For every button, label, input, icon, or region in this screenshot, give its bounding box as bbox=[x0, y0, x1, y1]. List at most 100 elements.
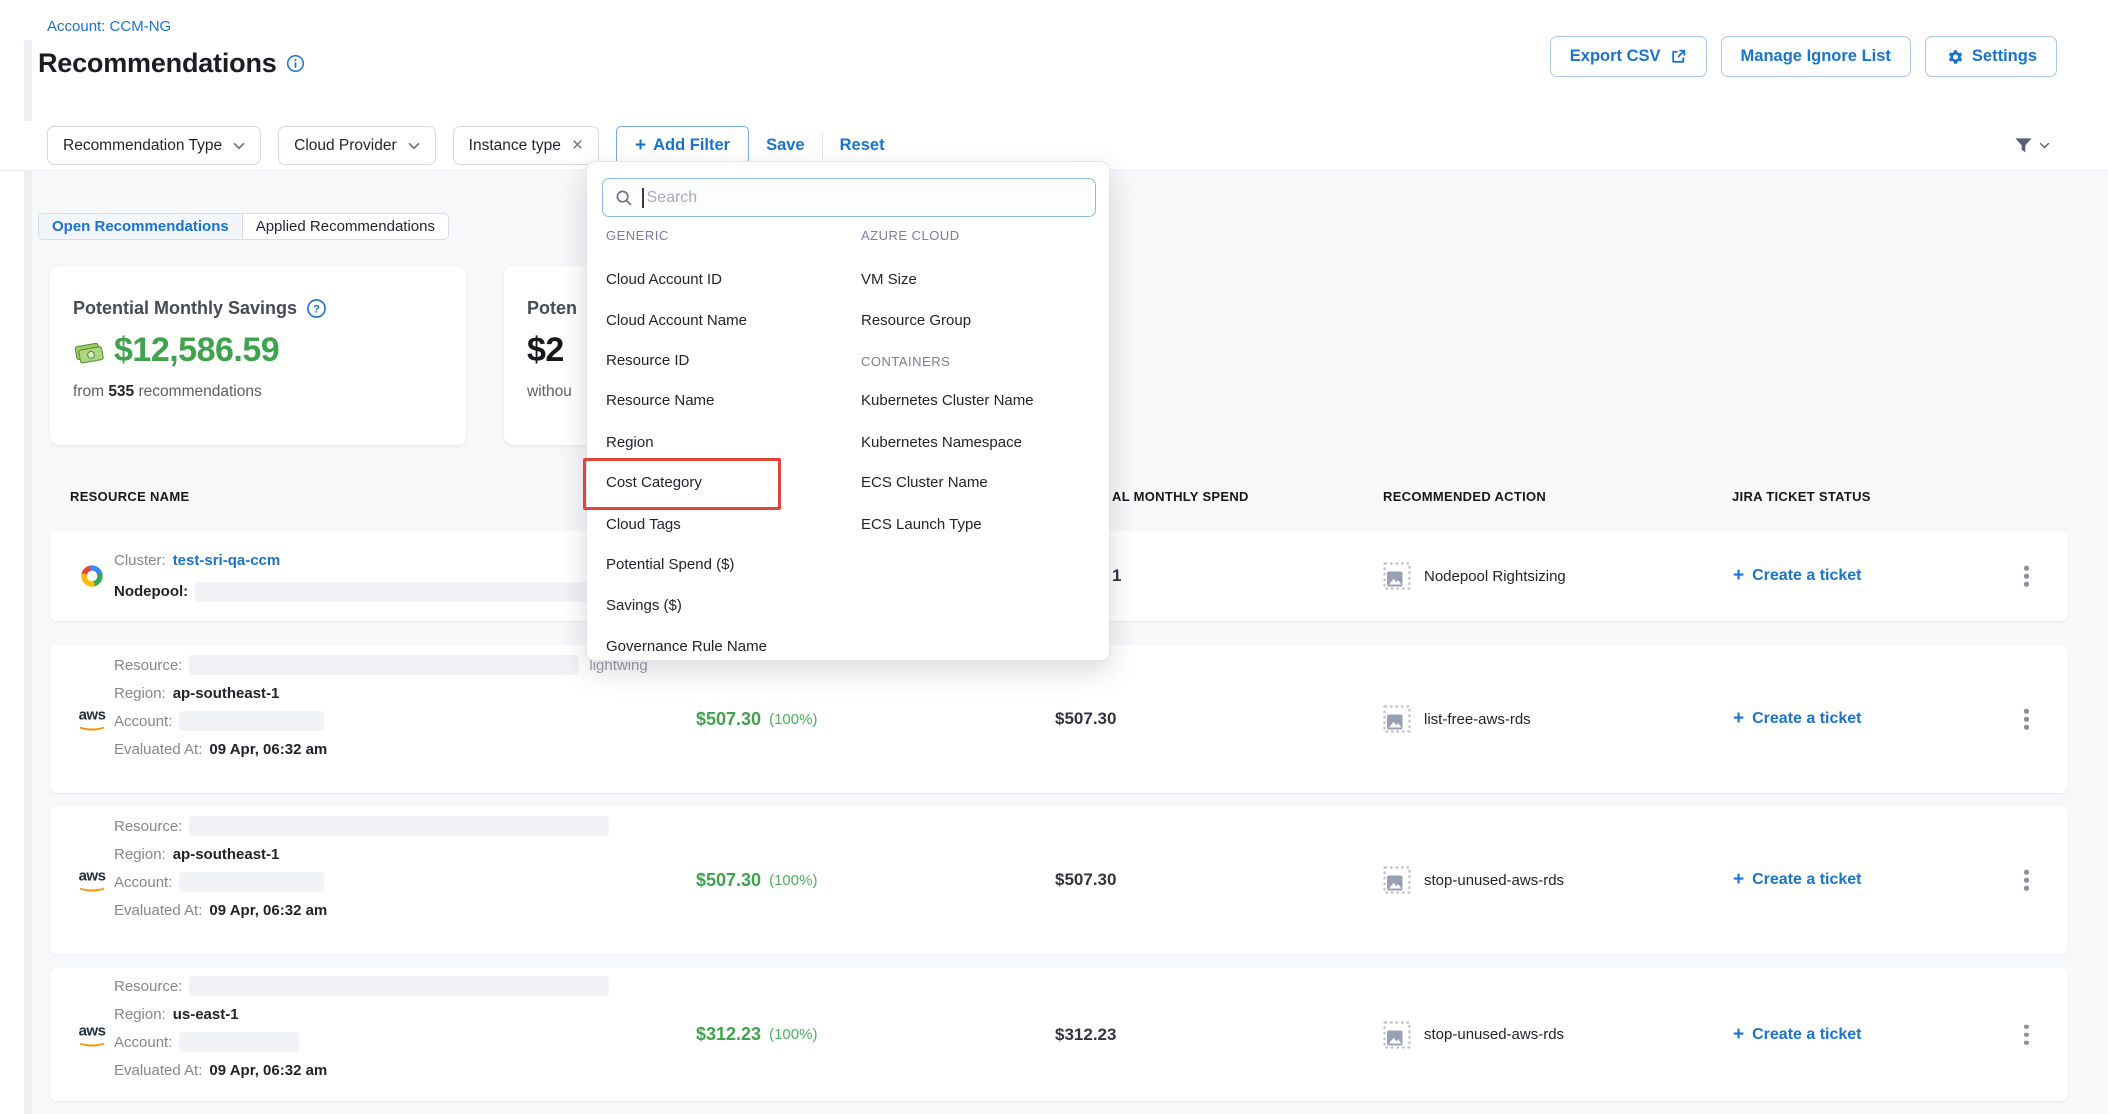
dropdown-item-resource-group[interactable]: Resource Group bbox=[861, 310, 971, 330]
spend-amount-partial: $2 bbox=[527, 331, 564, 370]
create-ticket-button[interactable]: + Create a ticket bbox=[1733, 645, 1862, 793]
export-csv-button[interactable]: Export CSV bbox=[1550, 36, 1707, 77]
breadcrumb-account-link[interactable]: Account: CCM-NG bbox=[47, 18, 171, 35]
table-row[interactable]: aws Resource: lightwing Region: ap-south… bbox=[50, 645, 2068, 793]
header-actions: Export CSV Manage Ignore List Settings bbox=[1550, 36, 2057, 77]
region-label: Region: bbox=[114, 685, 166, 702]
savings-caption-suffix: recommendations bbox=[139, 383, 262, 400]
settings-button[interactable]: Settings bbox=[1925, 36, 2057, 77]
plus-icon: + bbox=[635, 135, 646, 157]
column-header-jira-ticket-status: JIRA TICKET STATUS bbox=[1732, 489, 1871, 504]
redacted-value bbox=[189, 976, 609, 996]
kebab-menu-icon[interactable] bbox=[2018, 1018, 2035, 1051]
kebab-menu-icon[interactable] bbox=[2018, 703, 2035, 736]
cost-category-highlight-box bbox=[583, 458, 781, 510]
add-filter-label: Add Filter bbox=[653, 136, 730, 155]
evaluated-at-value: 09 Apr, 06:32 am bbox=[209, 741, 327, 758]
filter-chip-instance-type[interactable]: Instance type × bbox=[453, 126, 599, 165]
create-ticket-label: Create a ticket bbox=[1752, 710, 1861, 728]
dropdown-item-ecs-cluster-name[interactable]: ECS Cluster Name bbox=[861, 472, 988, 492]
reset-filter-button[interactable]: Reset bbox=[840, 136, 885, 155]
dropdown-item-potential-spend[interactable]: Potential Spend ($) bbox=[606, 554, 734, 574]
add-filter-button[interactable]: + Add Filter bbox=[616, 126, 749, 165]
create-ticket-button[interactable]: + Create a ticket bbox=[1733, 531, 1862, 621]
savings-amount: $312.23 bbox=[696, 1024, 761, 1045]
dropdown-item-cloud-account-name[interactable]: Cloud Account Name bbox=[606, 310, 747, 330]
text-cursor bbox=[642, 188, 644, 208]
cluster-link[interactable]: test-sri-qa-ccm bbox=[173, 552, 281, 569]
save-filter-button[interactable]: Save bbox=[766, 136, 805, 155]
recommended-action-label: Nodepool Rightsizing bbox=[1424, 568, 1566, 585]
search-icon bbox=[615, 189, 633, 207]
filter-chip-recommendation-type[interactable]: Recommendation Type bbox=[47, 126, 261, 165]
tab-open-recommendations[interactable]: Open Recommendations bbox=[39, 214, 242, 239]
dropdown-item-kubernetes-namespace[interactable]: Kubernetes Namespace bbox=[861, 432, 1022, 452]
account-label: Account: bbox=[114, 713, 172, 730]
money-icon bbox=[73, 338, 105, 364]
table-row[interactable]: aws Resource: Region: ap-southeast-1 Acc… bbox=[50, 806, 2068, 954]
savings-card-title: Potential Monthly Savings bbox=[73, 298, 297, 319]
recommended-action-label: list-free-aws-rds bbox=[1424, 711, 1531, 728]
monthly-spend-value: $507.30 bbox=[1055, 645, 1116, 793]
manage-ignore-list-button[interactable]: Manage Ignore List bbox=[1721, 36, 1911, 77]
dropdown-item-resource-id[interactable]: Resource ID bbox=[606, 350, 689, 370]
dropdown-item-savings[interactable]: Savings ($) bbox=[606, 595, 682, 615]
redacted-value bbox=[189, 816, 609, 836]
redacted-value bbox=[179, 1032, 299, 1052]
broken-image-icon bbox=[1383, 1021, 1411, 1049]
info-icon[interactable] bbox=[286, 54, 305, 73]
filter-panel-toggle[interactable] bbox=[2013, 136, 2050, 155]
column-header-resource-name: RESOURCE NAME bbox=[70, 489, 189, 504]
monthly-spend-value: $507.30 bbox=[1055, 806, 1116, 954]
region-value: ap-southeast-1 bbox=[173, 685, 280, 702]
resource-label: Resource: bbox=[114, 978, 182, 995]
table-row[interactable]: aws Resource: Region: us-east-1 Account:… bbox=[50, 968, 2068, 1101]
dropdown-item-cloud-tags[interactable]: Cloud Tags bbox=[606, 514, 681, 534]
dropdown-section-containers: CONTAINERS bbox=[861, 354, 950, 369]
filter-chip-label: Cloud Provider bbox=[294, 137, 397, 155]
column-header-recommended-action: RECOMMENDED ACTION bbox=[1383, 489, 1546, 504]
savings-amount: $12,586.59 bbox=[114, 331, 279, 370]
broken-image-icon bbox=[1383, 562, 1411, 590]
kebab-menu-icon[interactable] bbox=[2018, 864, 2035, 897]
question-icon[interactable]: ? bbox=[306, 298, 327, 319]
recommended-action: stop-unused-aws-rds bbox=[1383, 968, 1564, 1101]
aws-logo-icon: aws bbox=[70, 869, 114, 892]
filter-chip-cloud-provider[interactable]: Cloud Provider bbox=[278, 126, 436, 165]
dropdown-item-governance-rule-name[interactable]: Governance Rule Name bbox=[606, 636, 767, 656]
collapsed-nav-rail bbox=[24, 40, 32, 1114]
aws-logo-icon: aws bbox=[70, 1023, 114, 1046]
dropdown-item-kubernetes-cluster-name[interactable]: Kubernetes Cluster Name bbox=[861, 390, 1034, 410]
add-filter-dropdown: GENERIC Cloud Account ID Cloud Account N… bbox=[586, 161, 1110, 661]
savings-caption: from 535 recommendations bbox=[73, 383, 466, 401]
create-ticket-button[interactable]: + Create a ticket bbox=[1733, 968, 1862, 1101]
recommended-action-label: stop-unused-aws-rds bbox=[1424, 872, 1564, 889]
dropdown-section-generic: GENERIC bbox=[606, 228, 669, 243]
redacted-value bbox=[189, 655, 579, 675]
redacted-value bbox=[195, 582, 623, 602]
savings-amount: $507.30 bbox=[696, 709, 761, 730]
dropdown-search[interactable] bbox=[602, 178, 1096, 217]
create-ticket-button[interactable]: + Create a ticket bbox=[1733, 806, 1862, 954]
resource-label: Resource: bbox=[114, 818, 182, 835]
dropdown-item-region[interactable]: Region bbox=[606, 432, 654, 452]
dropdown-section-azure-cloud: AZURE CLOUD bbox=[861, 228, 960, 243]
broken-image-icon bbox=[1383, 705, 1411, 733]
dropdown-item-vm-size[interactable]: VM Size bbox=[861, 269, 917, 289]
plus-icon: + bbox=[1733, 1024, 1744, 1046]
tab-applied-recommendations[interactable]: Applied Recommendations bbox=[242, 214, 448, 239]
savings-percent: (100%) bbox=[769, 1026, 817, 1043]
kebab-menu-icon[interactable] bbox=[2018, 560, 2035, 593]
dropdown-item-cloud-account-id[interactable]: Cloud Account ID bbox=[606, 269, 722, 289]
chevron-down-icon bbox=[408, 142, 420, 150]
recommendations-tabs: Open Recommendations Applied Recommendat… bbox=[38, 213, 449, 240]
savings-percent: (100%) bbox=[769, 711, 817, 728]
gear-icon bbox=[1945, 48, 1963, 66]
dropdown-item-ecs-launch-type[interactable]: ECS Launch Type bbox=[861, 514, 982, 534]
close-icon[interactable]: × bbox=[572, 136, 583, 155]
chevron-down-icon bbox=[233, 142, 245, 150]
aws-logo-icon: aws bbox=[70, 708, 114, 731]
dropdown-item-resource-name[interactable]: Resource Name bbox=[606, 390, 714, 410]
search-input[interactable] bbox=[647, 189, 1084, 207]
evaluated-at-label: Evaluated At: bbox=[114, 902, 202, 919]
